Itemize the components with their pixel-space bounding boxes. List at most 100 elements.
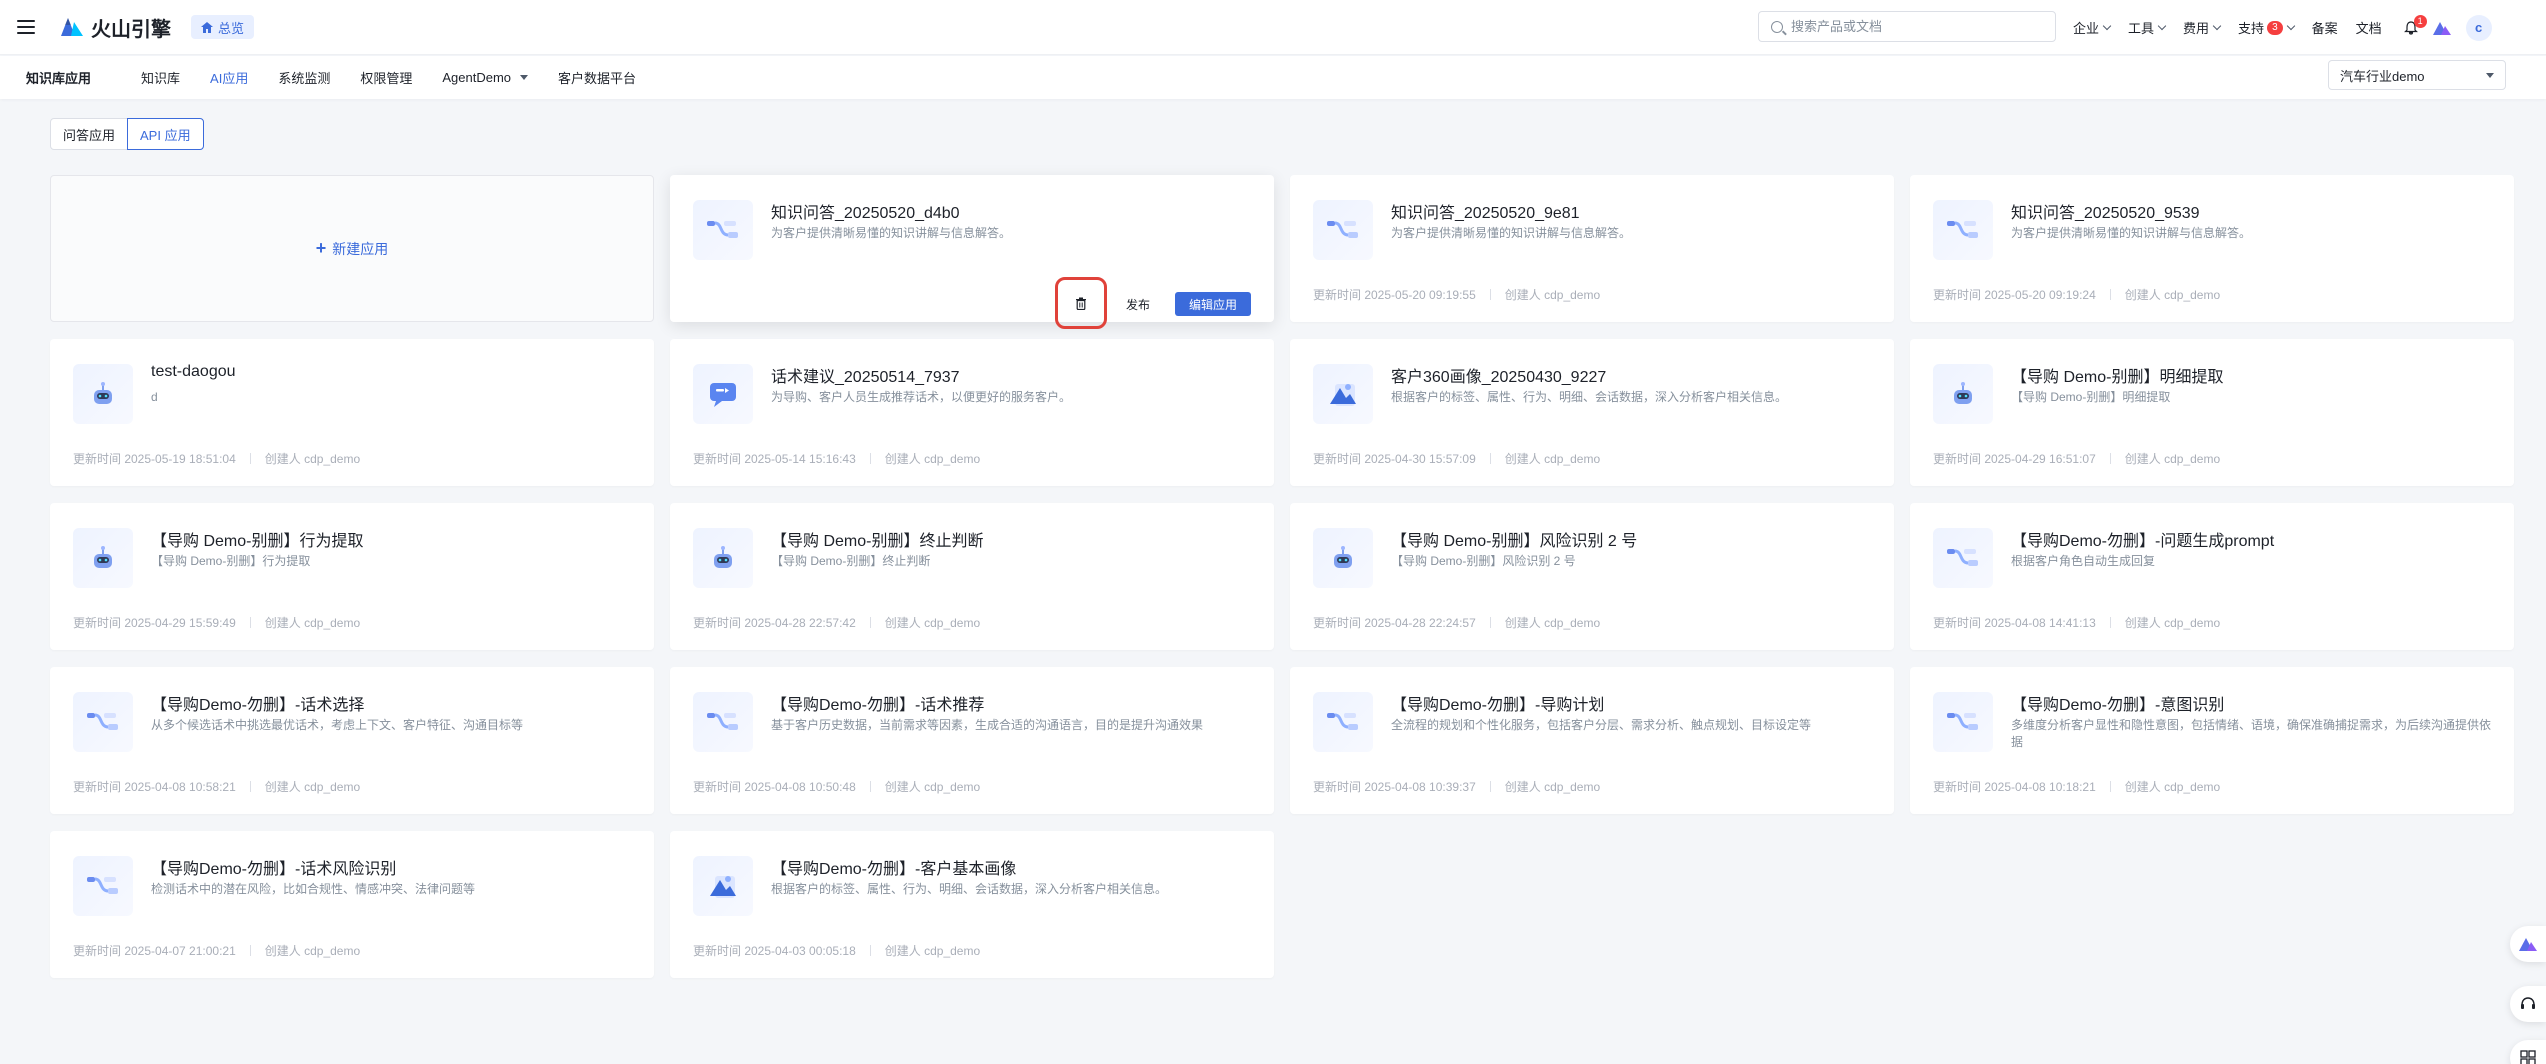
nav-docs[interactable]: 文档 [2356,18,2382,37]
app-card-description: 根据客户的标签、属性、行为、明细、会话数据，深入分析客户相关信息。 [1391,390,1788,404]
app-card-description: 【导购 Demo-别删】风险识别 2 号 [1391,554,1576,568]
workspace-select[interactable]: 汽车行业demo [2328,60,2506,90]
tab-system-monitor[interactable]: 系统监测 [278,68,330,87]
app-card-updated: 更新时间 2025-05-14 15:16:43 [693,452,856,466]
notification-badge: 1 [2413,14,2427,28]
flow-icon [1313,692,1373,752]
app-card-meta: 更新时间 2025-04-08 14:41:13 创建人 cdp_demo [1933,614,2220,631]
nav-filing[interactable]: 备案 [2312,18,2338,37]
app-card-creator: 创建人 cdp_demo [1504,452,1601,466]
app-card-description: 为客户提供清晰易懂的知识讲解与信息解答。 [1391,226,1632,240]
app-card-description: 为客户提供清晰易懂的知识讲解与信息解答。 [2011,226,2252,240]
toggle-api-apps[interactable]: API 应用 [127,118,204,150]
flow-icon [1933,200,1993,260]
app-card-title: 知识问答_20250520_d4b0 [771,205,960,222]
sub-nav: 知识库应用 知识库 AI应用 系统监测 权限管理 AgentDemo 客户数据平… [0,56,2546,99]
tab-agent-demo[interactable]: AgentDemo [442,70,529,85]
nav-enterprise[interactable]: 企业 [2073,18,2112,37]
app-card-title: 【导购Demo-勿删】-话术推荐 [771,697,985,714]
new-app-label: 新建应用 [332,240,389,257]
grid-float-button[interactable] [2510,1040,2546,1064]
search-box[interactable] [1758,11,2056,42]
tab-ai-apps[interactable]: AI应用 [210,68,248,87]
app-card-updated: 更新时间 2025-04-30 15:57:09 [1313,452,1476,466]
bell-icon[interactable]: 1 [2403,14,2427,35]
logo-text: 火山引擎 [91,18,171,41]
app-card[interactable]: 【导购Demo-勿删】-意图识别 多维度分析客户显性和隐性意图，包括情绪、语境，确… [1910,667,2514,814]
robot-icon [73,528,133,588]
app-card-creator: 创建人 cdp_demo [1504,780,1601,794]
app-card[interactable]: 话术建议_20250514_7937 为导购、客户人员生成推荐话术，以便更好的服务… [670,339,1274,486]
app-card[interactable]: 【导购Demo-勿删】-话术风险识别 检测话术中的潜在风险，比如合规性、情感冲突、… [50,831,654,978]
app-card[interactable]: 【导购Demo-勿删】-导购计划 全流程的规划和个性化服务，包括客户分层、需求分析… [1290,667,1894,814]
divider [249,617,251,628]
app-card[interactable]: 【导购Demo-勿删】-话术推荐 基于客户历史数据，当前需求等因素，生成合适的沟通… [670,667,1274,814]
app-card-title: 【导购Demo-勿删】-话术风险识别 [151,861,397,878]
avatar[interactable]: c [2465,14,2492,41]
edit-app-button[interactable]: 编辑应用 [1174,292,1251,316]
support-badge: 3 [2267,20,2283,35]
nav-tools[interactable]: 工具 [2128,18,2167,37]
app-card-updated: 更新时间 2025-04-08 10:50:48 [693,780,856,794]
home-button[interactable]: 总览 [191,15,255,39]
divider [869,945,871,956]
app-card[interactable]: 【导购Demo-勿删】-客户基本画像 根据客户的标签、属性、行为、明细、会话数据，… [670,831,1274,978]
search-input[interactable] [1791,19,2031,34]
app-card-meta: 更新时间 2025-04-30 15:57:09 创建人 cdp_demo [1313,450,1600,467]
divider [2109,617,2111,628]
ai-assistant-button[interactable] [2510,926,2546,962]
tab-knowledge-base[interactable]: 知识库 [141,68,180,87]
app-card-updated: 更新时间 2025-04-29 16:51:07 [1933,452,2096,466]
robot-icon [1313,528,1373,588]
app-card[interactable]: 知识问答_20250520_d4b0 为客户提供清晰易懂的知识讲解与信息解答。发布… [670,175,1274,329]
publish-button[interactable]: 发布 [1110,292,1165,316]
support-float-button[interactable] [2510,986,2546,1022]
app-card-meta: 更新时间 2025-04-08 10:58:21 创建人 cdp_demo [73,778,360,795]
nav-billing[interactable]: 费用 [2183,18,2222,37]
app-card-description: 根据客户角色自动生成回复 [2011,554,2156,568]
divider [1489,289,1491,300]
top-bar: 火山引擎 总览 企业 工具 费用 支持3 备案 文档 1 c [0,0,2546,55]
app-card-creator: 创建人 cdp_demo [1504,288,1601,302]
app-card-meta: 更新时间 2025-04-08 10:50:48 创建人 cdp_demo [693,778,980,795]
app-card-meta: 更新时间 2025-04-03 00:05:18 创建人 cdp_demo [693,942,980,959]
app-card[interactable]: 【导购 Demo-别删】风险识别 2 号【导购 Demo-别删】风险识别 2 号… [1290,503,1894,650]
app-card-description: 为客户提供清晰易懂的知识讲解与信息解答。 [771,226,1012,240]
tab-permissions[interactable]: 权限管理 [360,68,412,87]
delete-button[interactable] [1069,291,1093,315]
toggle-qa-apps[interactable]: 问答应用 [50,118,129,150]
app-card[interactable]: 【导购 Demo-别删】明细提取 【导购 Demo-别删】明细提取 更新时间 202… [1910,339,2514,486]
app-card-creator: 创建人 cdp_demo [264,944,361,958]
app-card-creator: 创建人 cdp_demo [264,616,361,630]
divider [249,453,251,464]
app-card-updated: 更新时间 2025-04-08 10:18:21 [1933,780,2096,794]
mountain-icon[interactable] [2432,20,2452,36]
app-card-creator: 创建人 cdp_demo [264,780,361,794]
app-card-meta: 更新时间 2025-04-08 10:39:37 创建人 cdp_demo [1313,778,1600,795]
menu-icon[interactable] [17,20,35,34]
nav-enterprise-label: 企业 [2073,21,2100,36]
portrait-icon [693,856,753,916]
chevron-down-icon [2157,21,2167,31]
app-card-meta: 更新时间 2025-04-29 16:51:07 创建人 cdp_demo [1933,450,2220,467]
app-card[interactable]: 【导购Demo-勿删】-话术选择 从多个候选话术中挑选最优话术，考虑上下文、客户特… [50,667,654,814]
app-card[interactable]: 【导购 Demo-别删】行为提取 【导购 Demo-别删】行为提取 更新时间 202… [50,503,654,650]
app-card-meta: 更新时间 2025-05-14 15:16:43 创建人 cdp_demo [693,450,980,467]
app-card[interactable]: 知识问答_20250520_9539 为客户提供清晰易懂的知识讲解与信息解答。 更新… [1910,175,2514,322]
app-card[interactable]: 客户360画像_20250430_9227 根据客户的标签、属性、行为、明细、会话… [1290,339,1894,486]
robot-icon [693,528,753,588]
app-card-updated: 更新时间 2025-05-20 09:19:55 [1313,288,1476,302]
chevron-down-icon [2286,21,2295,31]
nav-support[interactable]: 支持 3 [2238,18,2295,37]
app-card[interactable]: test-daogou d 更新时间 2025-05-19 18:51:04 创建人 … [50,339,654,486]
tab-customer-data-platform[interactable]: 客户数据平台 [558,68,636,87]
logo[interactable]: 火山引擎 [59,13,171,42]
app-card-title: 客户360画像_20250430_9227 [1391,369,1607,386]
new-app-button[interactable]: + 新建应用 [50,175,654,322]
app-card[interactable]: 【导购Demo-勿删】-问题生成prompt 根据客户角色自动生成回复 更新时间 2… [1910,503,2514,650]
app-card[interactable]: 知识问答_20250520_9e81 为客户提供清晰易懂的知识讲解与信息解答。 更新… [1290,175,1894,322]
app-card-title: 【导购 Demo-别删】行为提取 [151,533,364,550]
app-card[interactable]: 【导购 Demo-别删】终止判断 【导购 Demo-别删】终止判断 更新时间 202… [670,503,1274,650]
divider [2109,781,2111,792]
plus-icon: + [315,238,327,258]
